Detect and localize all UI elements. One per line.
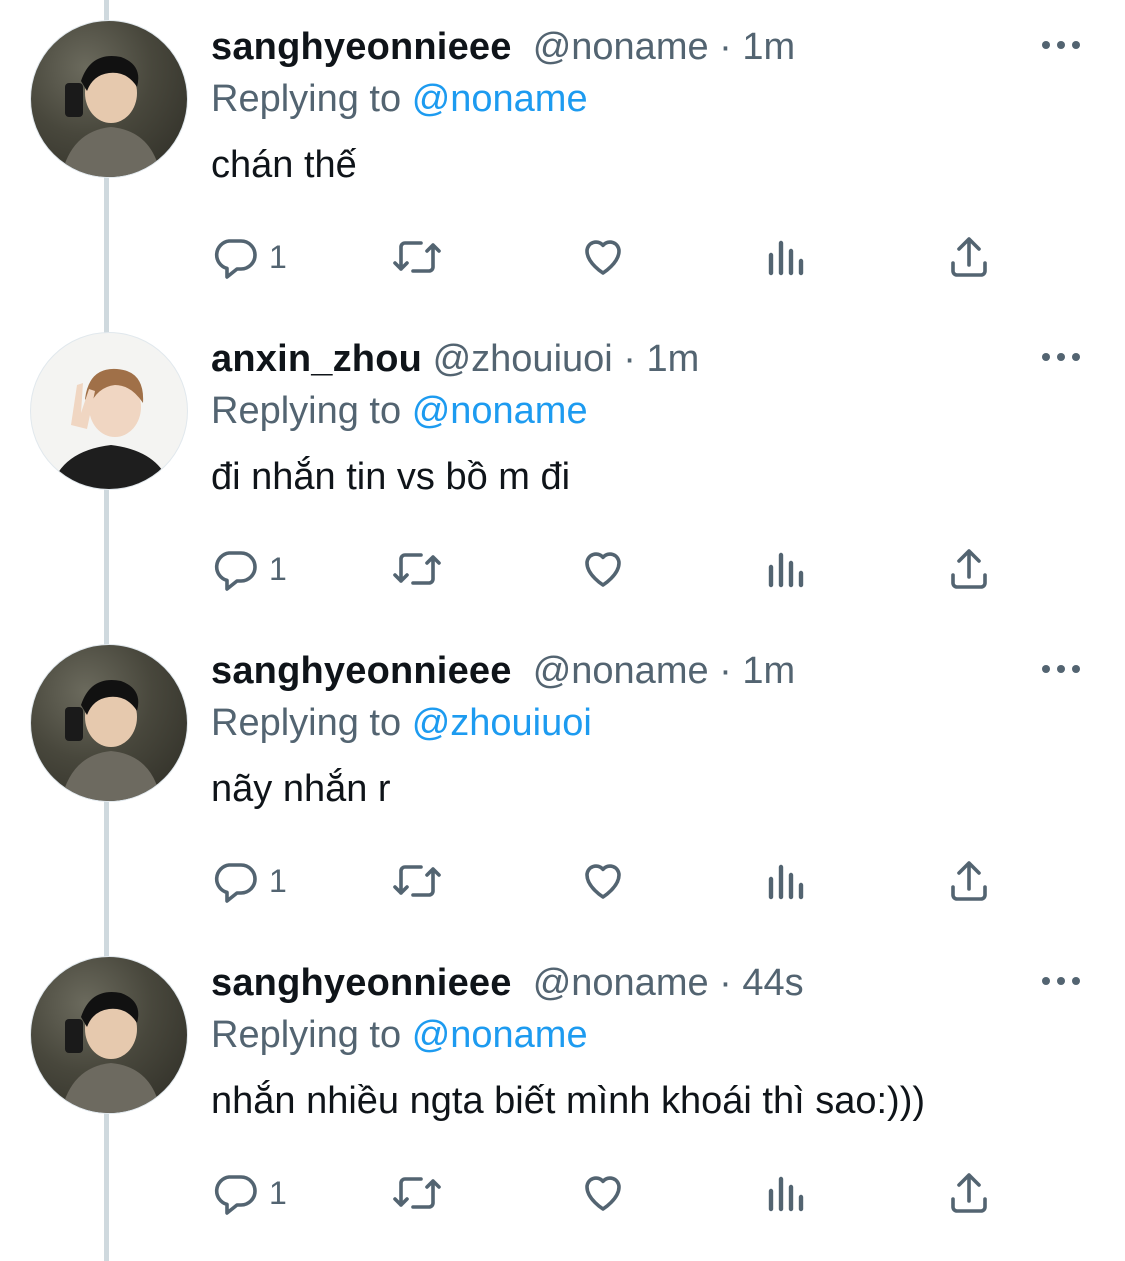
retweet-button[interactable] [389, 846, 445, 916]
views-button[interactable] [765, 222, 809, 292]
reply-button[interactable]: 1 [211, 1158, 287, 1228]
avatar-photo [51, 368, 171, 489]
replying-to-label: Replying to [211, 78, 402, 120]
display-name[interactable]: sanghyeonnieee [211, 26, 512, 68]
reply-count: 1 [269, 862, 287, 899]
mention-link[interactable]: @zhouiuoi [412, 702, 592, 744]
user-handle[interactable]: @noname [533, 650, 709, 692]
tweet-actions: 1 [211, 222, 1011, 292]
tweet[interactable]: anxin_zhou @zhouiuoi · 1m Replying to @n… [0, 312, 1125, 624]
views-button[interactable] [765, 1158, 809, 1228]
mention-link[interactable]: @noname [412, 1014, 588, 1056]
more-icon[interactable] [1041, 350, 1081, 364]
reply-button[interactable]: 1 [211, 534, 287, 604]
reply-count: 1 [269, 238, 287, 275]
avatar[interactable] [30, 644, 188, 802]
reply-button[interactable]: 1 [211, 222, 287, 292]
reply-icon [214, 239, 257, 279]
mention-link[interactable]: @noname [412, 390, 588, 432]
like-icon [585, 240, 621, 275]
user-handle[interactable]: @noname [533, 962, 709, 1004]
tweet[interactable]: sanghyeonnieee @noname · 44s Replying to… [0, 936, 1125, 1248]
reply-count: 1 [269, 1174, 287, 1211]
reply-count: 1 [269, 550, 287, 587]
share-icon [951, 1173, 987, 1213]
replying-to: Replying to @noname [211, 1010, 588, 1060]
tweet-text: chán thế [211, 144, 357, 186]
replying-to: Replying to @zhouiuoi [211, 698, 592, 748]
share-button[interactable] [945, 846, 993, 916]
replying-to-label: Replying to [211, 702, 402, 744]
like-icon [585, 552, 621, 587]
retweet-button[interactable] [389, 1158, 445, 1228]
reply-icon [214, 551, 257, 591]
share-button[interactable] [945, 534, 993, 604]
more-icon[interactable] [1041, 38, 1081, 52]
reply-button[interactable]: 1 [211, 846, 287, 916]
retweet-icon [393, 241, 441, 273]
like-button[interactable] [579, 846, 627, 916]
separator-dot: · [719, 962, 732, 1004]
share-button[interactable] [945, 222, 993, 292]
views-button[interactable] [765, 534, 809, 604]
retweet-button[interactable] [389, 222, 445, 292]
separator-dot: · [719, 26, 732, 68]
tweet-text: đi nhắn tin vs bồ m đi [211, 456, 571, 498]
avatar-photo [61, 56, 161, 177]
share-icon [951, 549, 987, 589]
tweet-text: nãy nhắn r [211, 768, 391, 810]
share-icon [951, 237, 987, 277]
separator-dot: · [719, 650, 732, 692]
display-name[interactable]: sanghyeonnieee [211, 962, 512, 1004]
tweet-actions: 1 [211, 534, 1011, 604]
user-handle[interactable]: @zhouiuoi [433, 338, 613, 380]
avatar[interactable] [30, 332, 188, 490]
tweet-text: nhắn nhiều ngta biết mình khoái thì sao:… [211, 1080, 926, 1122]
tweet[interactable]: sanghyeonnieee @noname · 1m Replying to … [0, 0, 1125, 312]
like-icon [585, 1176, 621, 1211]
timestamp[interactable]: 1m [742, 26, 795, 68]
tweet-actions: 1 [211, 1158, 1011, 1228]
views-icon [768, 552, 804, 588]
avatar[interactable] [30, 956, 188, 1114]
reply-icon [214, 1175, 257, 1215]
views-icon [768, 240, 804, 276]
views-icon [768, 864, 804, 900]
avatar[interactable] [30, 20, 188, 178]
like-button[interactable] [579, 534, 627, 604]
share-button[interactable] [945, 1158, 993, 1228]
separator-dot: · [623, 338, 636, 380]
views-button[interactable] [765, 846, 809, 916]
retweet-icon [393, 553, 441, 585]
timestamp[interactable]: 1m [742, 650, 795, 692]
replying-to-label: Replying to [211, 390, 402, 432]
tweet[interactable]: sanghyeonnieee @noname · 1m Replying to … [0, 624, 1125, 936]
timestamp[interactable]: 44s [742, 962, 803, 1004]
like-icon [585, 864, 621, 899]
replying-to-label: Replying to [211, 1014, 402, 1056]
user-handle[interactable]: @noname [533, 26, 709, 68]
share-icon [951, 861, 987, 901]
mention-link[interactable]: @noname [412, 78, 588, 120]
timestamp[interactable]: 1m [647, 338, 700, 380]
replying-to: Replying to @noname [211, 386, 588, 436]
display-name[interactable]: sanghyeonnieee [211, 650, 512, 692]
avatar-photo [61, 992, 161, 1113]
avatar-photo [61, 680, 161, 801]
more-icon[interactable] [1041, 974, 1081, 988]
retweet-icon [393, 865, 441, 897]
like-button[interactable] [579, 222, 627, 292]
tweet-actions: 1 [211, 846, 1011, 916]
more-icon[interactable] [1041, 662, 1081, 676]
like-button[interactable] [579, 1158, 627, 1228]
display-name[interactable]: anxin_zhou [211, 338, 422, 380]
reply-icon [214, 863, 257, 903]
replying-to: Replying to @noname [211, 74, 588, 124]
retweet-icon [393, 1177, 441, 1209]
retweet-button[interactable] [389, 534, 445, 604]
views-icon [768, 1176, 804, 1212]
